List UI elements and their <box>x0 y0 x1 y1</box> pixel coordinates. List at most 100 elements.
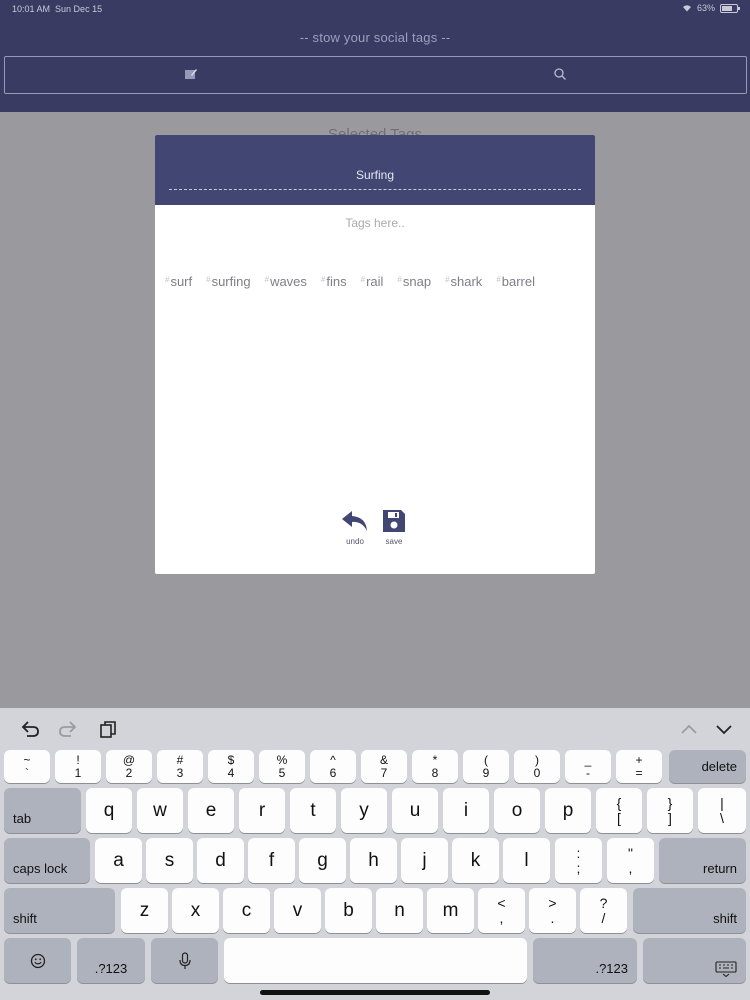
space-key[interactable] <box>224 938 527 983</box>
key[interactable]: _ - <box>565 750 611 783</box>
key[interactable]: $4 <box>208 750 254 783</box>
key[interactable]: n <box>376 888 423 933</box>
key[interactable]: #3 <box>157 750 203 783</box>
key[interactable]: ! 1 <box>55 750 101 783</box>
search-bar[interactable] <box>4 56 747 94</box>
edit-icon[interactable] <box>184 67 198 81</box>
key[interactable]: c <box>223 888 270 933</box>
tag-item[interactable]: #shark <box>445 274 482 289</box>
modal-header: Surfing <box>155 135 595 205</box>
home-indicator <box>260 990 490 995</box>
app-title: -- stow your social tags -- <box>299 30 451 45</box>
status-bar: 10:01 AM Sun Dec 15 63% <box>0 0 750 18</box>
key[interactable]: s <box>146 838 193 883</box>
numbers-left-key[interactable]: .?123 <box>77 938 145 983</box>
key[interactable]: <, <box>478 888 525 933</box>
key[interactable]: (9 <box>463 750 509 783</box>
key[interactable]: & 7 <box>361 750 407 783</box>
tag-item[interactable]: #waves <box>265 274 307 289</box>
undo-button[interactable]: undo <box>335 509 375 546</box>
status-right: 63% <box>682 3 740 13</box>
key[interactable]: >. <box>529 888 576 933</box>
key[interactable]: }] <box>647 788 693 833</box>
key[interactable]: + = <box>616 750 662 783</box>
key[interactable]: y <box>341 788 387 833</box>
battery-icon <box>720 3 740 13</box>
key[interactable]: k <box>452 838 499 883</box>
return-key[interactable]: return <box>659 838 746 883</box>
delete-key[interactable]: delete <box>669 750 746 783</box>
key[interactable]: q <box>86 788 132 833</box>
dismiss-keyboard-key[interactable] <box>643 938 746 983</box>
key[interactable]: ) 0 <box>514 750 560 783</box>
chevron-up-icon[interactable] <box>678 719 700 739</box>
tag-item[interactable]: #surf <box>165 274 192 289</box>
key[interactable]: ^ 6 <box>310 750 356 783</box>
save-button[interactable]: save <box>374 509 414 546</box>
app-header: 10:01 AM Sun Dec 15 63% -- stow your soc… <box>0 0 750 112</box>
tag-item[interactable]: #surfing <box>206 274 250 289</box>
key[interactable]: ~ ` <box>4 750 50 783</box>
key[interactable]: o <box>494 788 540 833</box>
key[interactable]: h <box>350 838 397 883</box>
key[interactable]: :; <box>555 838 602 883</box>
key[interactable]: r <box>239 788 285 833</box>
shift-left-key[interactable]: shift <box>4 888 115 933</box>
onscreen-keyboard: ~ ` ! 1 @2 #3 $4 % 5 ^ 6 & 7 * 8 (9 ) 0 _ - + = d… <box>0 708 750 1000</box>
tab-key[interactable]: tab <box>4 788 81 833</box>
key[interactable]: @2 <box>106 750 152 783</box>
shift-right-key[interactable]: shift <box>633 888 746 933</box>
emoji-key[interactable] <box>4 938 71 983</box>
keyboard-toolbar <box>0 708 750 750</box>
key[interactable]: g <box>299 838 346 883</box>
key[interactable]: {[ <box>596 788 642 833</box>
key[interactable]: | \ <box>698 788 746 833</box>
key[interactable]: j <box>401 838 448 883</box>
status-time: 10:01 AM Sun Dec 15 <box>12 4 103 14</box>
tag-item[interactable]: #snap <box>397 274 431 289</box>
undo-icon <box>342 511 367 531</box>
key[interactable]: l <box>503 838 550 883</box>
modal-title[interactable]: Surfing <box>155 168 595 182</box>
microphone-icon <box>178 951 191 969</box>
modal-divider <box>169 189 581 190</box>
tag-item[interactable]: #fins <box>321 274 347 289</box>
search-icon[interactable] <box>553 67 567 81</box>
keyboard-dismiss-icon <box>715 961 737 977</box>
key[interactable]: v <box>274 888 321 933</box>
key[interactable]: d <box>197 838 244 883</box>
key[interactable]: x <box>172 888 219 933</box>
tags-input[interactable]: Tags here.. <box>155 216 595 230</box>
tag-item[interactable]: #rail <box>361 274 384 289</box>
battery-percent: 63% <box>696 3 715 13</box>
tag-item[interactable]: #barrel <box>496 274 535 289</box>
key[interactable]: u <box>392 788 438 833</box>
save-icon <box>383 510 405 532</box>
key[interactable]: b <box>325 888 372 933</box>
chevron-down-icon[interactable] <box>713 719 735 739</box>
key[interactable]: i <box>443 788 489 833</box>
undo-label: undo <box>346 537 364 546</box>
save-label: save <box>385 537 403 546</box>
key[interactable]: * 8 <box>412 750 458 783</box>
key[interactable]: t <box>290 788 336 833</box>
caps-lock-key[interactable]: caps lock <box>4 838 90 883</box>
key[interactable]: a <box>95 838 142 883</box>
paste-icon[interactable] <box>97 719 119 739</box>
wifi-icon <box>682 5 691 12</box>
key[interactable]: e <box>188 788 234 833</box>
key[interactable]: ? / <box>580 888 627 933</box>
dictation-key[interactable] <box>151 938 218 983</box>
key[interactable]: w <box>137 788 183 833</box>
key[interactable]: ", <box>607 838 654 883</box>
tag-list: #surf #surfing #waves #fins #rail #snap … <box>165 274 585 289</box>
key[interactable]: z <box>121 888 168 933</box>
redo-icon[interactable] <box>57 719 79 739</box>
key[interactable]: % 5 <box>259 750 305 783</box>
numbers-right-key[interactable]: .?123 <box>533 938 637 983</box>
tag-editor-modal: Surfing Tags here.. #surf #surfing #wave… <box>155 135 595 574</box>
key[interactable]: p <box>545 788 591 833</box>
key[interactable]: f <box>248 838 295 883</box>
key[interactable]: m <box>427 888 474 933</box>
undo-icon[interactable] <box>19 719 41 739</box>
